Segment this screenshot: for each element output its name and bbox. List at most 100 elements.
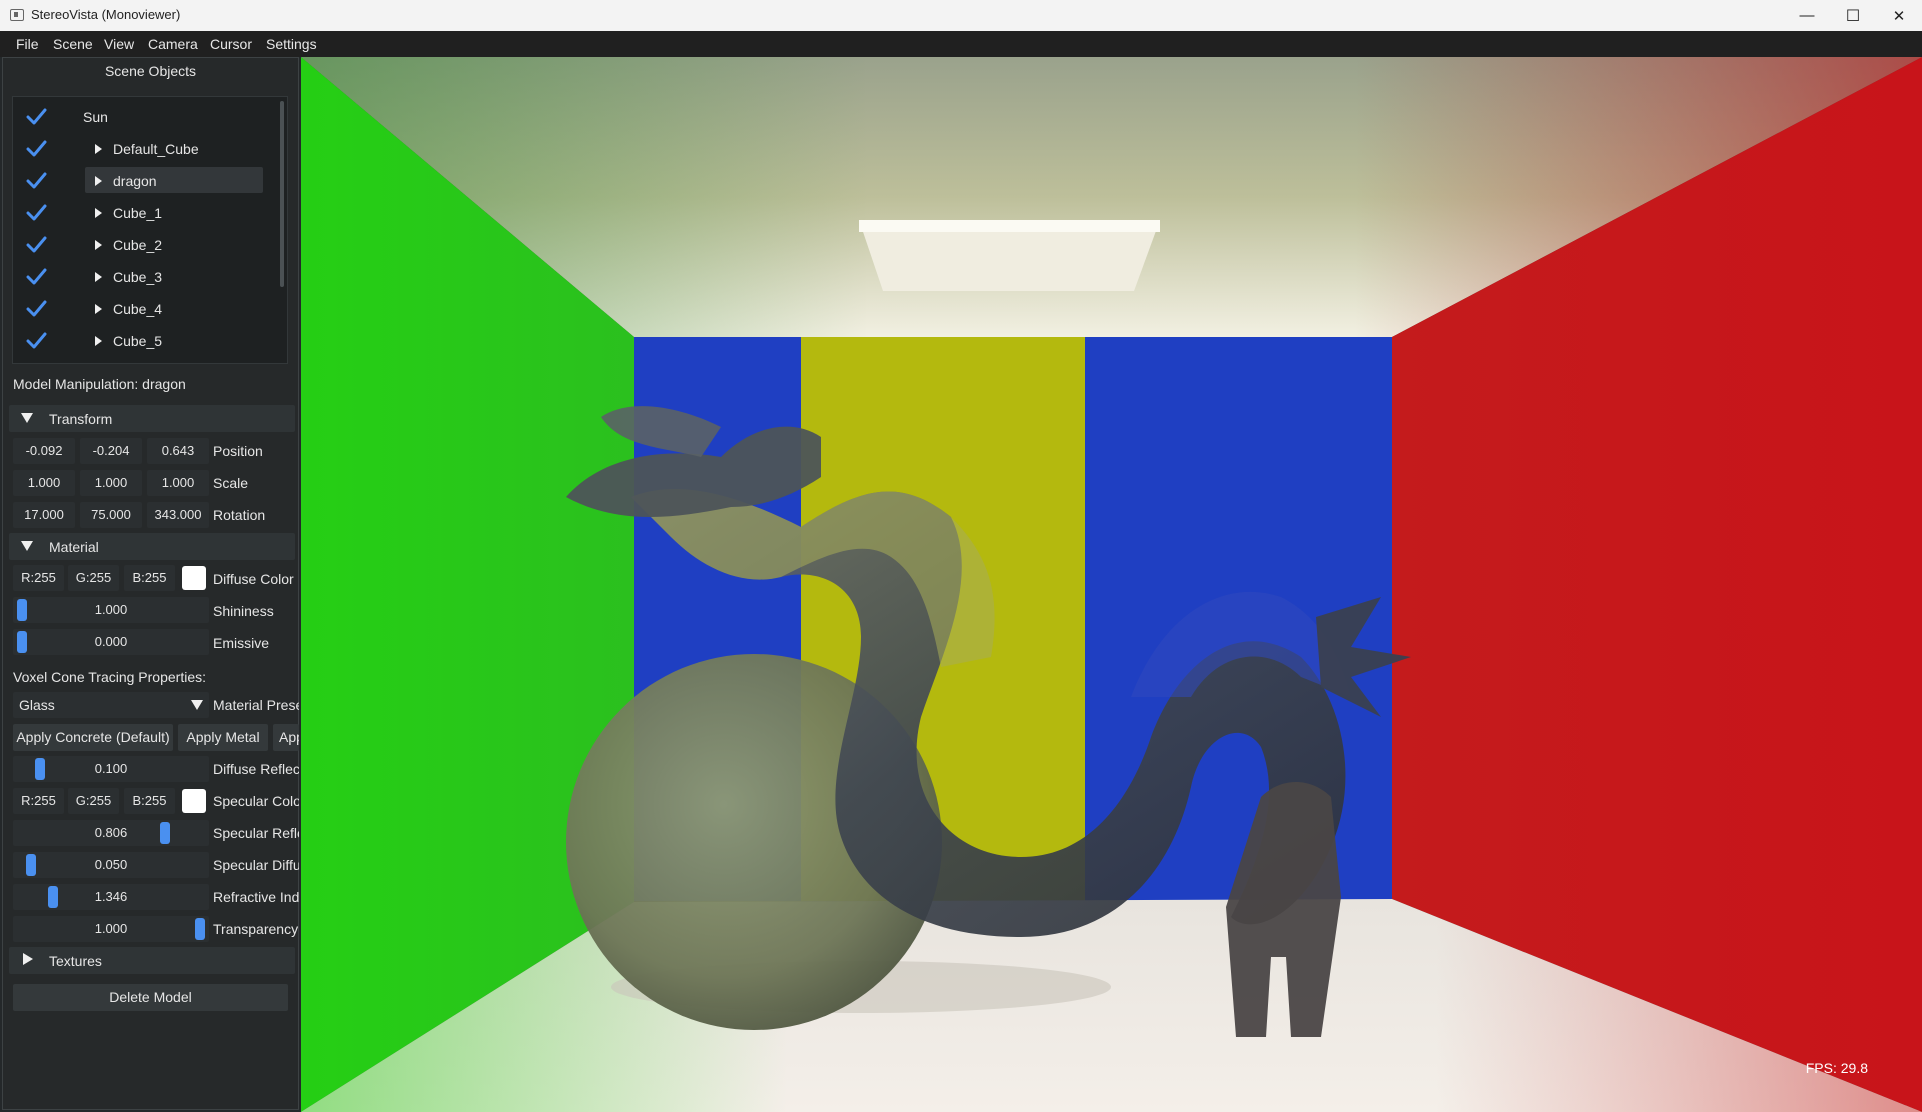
list-item-label: dragon	[113, 173, 157, 189]
menu-camera[interactable]: Camera	[148, 36, 198, 52]
shininess-label: Shininess	[213, 603, 274, 619]
diffuse-color-label: Diffuse Color	[213, 571, 294, 587]
specular-reflectivity-slider[interactable]: 0.806	[13, 820, 209, 846]
list-item[interactable]: Cube_5	[13, 325, 283, 357]
refractive-index-label: Refractive Inde	[213, 889, 299, 905]
list-item-label: Cube_3	[113, 269, 163, 285]
collapse-arrow-icon	[21, 413, 33, 423]
diffuse-r-input[interactable]: R:255	[13, 565, 64, 591]
specular-color-swatch[interactable]	[182, 789, 206, 813]
textures-section-header[interactable]: Textures	[9, 947, 295, 974]
specular-g-input[interactable]: G:255	[68, 788, 119, 814]
list-item-selected[interactable]: dragon	[13, 165, 283, 197]
scale-x-input[interactable]: 1.000	[13, 470, 75, 496]
list-item-label: Sun	[83, 109, 108, 125]
viewport-3d[interactable]: FPS: 29.8	[301, 57, 1922, 1112]
checkbox-checked-icon[interactable]	[25, 138, 47, 160]
list-item-label: Default_Cube	[113, 141, 199, 157]
expand-arrow-icon[interactable]	[95, 144, 102, 154]
expand-arrow-icon[interactable]	[95, 336, 102, 346]
position-label: Position	[213, 443, 263, 459]
diffuse-b-input[interactable]: B:255	[124, 565, 175, 591]
checkbox-checked-icon[interactable]	[25, 234, 47, 256]
scene-render	[301, 57, 1922, 1112]
title-bar: StereoVista (Monoviewer) — ☐ ✕	[0, 0, 1922, 31]
checkbox-checked-icon[interactable]	[25, 266, 47, 288]
apply-metal-button[interactable]: Apply Metal	[178, 724, 268, 751]
material-section-header[interactable]: Material	[9, 533, 295, 560]
menu-cursor[interactable]: Cursor	[210, 36, 252, 52]
rotation-label: Rotation	[213, 507, 266, 523]
checkbox-checked-icon[interactable]	[25, 298, 47, 320]
emissive-label: Emissive	[213, 635, 270, 651]
list-item-label: Cube_1	[113, 205, 163, 221]
position-y-input[interactable]: -0.204	[80, 438, 142, 464]
transparency-label: Transparency	[213, 921, 299, 937]
specular-b-input[interactable]: B:255	[124, 788, 175, 814]
diffuse-g-input[interactable]: G:255	[68, 565, 119, 591]
transform-section-header[interactable]: Transform	[9, 405, 295, 432]
diffuse-reflectivity-slider[interactable]: 0.100	[13, 756, 209, 782]
checkbox-checked-icon[interactable]	[25, 330, 47, 352]
rotation-y-input[interactable]: 75.000	[80, 502, 142, 528]
checkbox-checked-icon[interactable]	[25, 106, 47, 128]
minimize-button[interactable]: —	[1784, 0, 1830, 31]
list-item-label: Cube_2	[113, 237, 163, 253]
scene-objects-title: Scene Objects	[104, 63, 197, 79]
material-preset-dropdown[interactable]: Glass	[13, 692, 209, 718]
window-title: StereoVista (Monoviewer)	[31, 7, 181, 22]
position-x-input[interactable]: -0.092	[13, 438, 75, 464]
collapse-arrow-icon	[21, 541, 33, 551]
shininess-slider[interactable]: 1.000	[13, 597, 209, 623]
expand-arrow-icon[interactable]	[95, 208, 102, 218]
expand-arrow-icon[interactable]	[95, 240, 102, 250]
list-item[interactable]: Cube_3	[13, 261, 283, 293]
scale-z-input[interactable]: 1.000	[147, 470, 209, 496]
menu-settings[interactable]: Settings	[266, 36, 317, 52]
side-panel: Scene Objects Sun Default_Cube dragon Cu…	[0, 57, 301, 1112]
maximize-button[interactable]: ☐	[1830, 0, 1876, 31]
fps-counter: FPS: 29.8	[1805, 1060, 1868, 1076]
list-item[interactable]: Sun	[13, 101, 283, 133]
app-icon	[10, 9, 24, 21]
expand-arrow-icon	[23, 953, 33, 965]
list-item[interactable]: Cube_1	[13, 197, 283, 229]
expand-arrow-icon[interactable]	[95, 272, 102, 282]
model-manipulation-heading: Model Manipulation: dragon	[13, 376, 186, 392]
rotation-z-input[interactable]: 343.000	[147, 502, 209, 528]
expand-arrow-icon[interactable]	[95, 304, 102, 314]
scene-object-list: Sun Default_Cube dragon Cube_1 Cube_2 Cu…	[12, 96, 288, 364]
chevron-down-icon	[191, 700, 203, 710]
checkbox-checked-icon[interactable]	[25, 170, 47, 192]
position-z-input[interactable]: 0.643	[147, 438, 209, 464]
list-item[interactable]: Cube_4	[13, 293, 283, 325]
list-item[interactable]: Cube_2	[13, 229, 283, 261]
checkbox-checked-icon[interactable]	[25, 202, 47, 224]
menu-file[interactable]: File	[16, 36, 39, 52]
expand-arrow-icon[interactable]	[95, 176, 102, 186]
apply-preset-button[interactable]: App	[273, 724, 299, 751]
rotation-x-input[interactable]: 17.000	[13, 502, 75, 528]
specular-diffusion-label: Specular Diffus	[213, 857, 299, 873]
vct-heading: Voxel Cone Tracing Properties:	[13, 669, 206, 685]
material-preset-label: Material Prese	[213, 697, 299, 713]
close-button[interactable]: ✕	[1876, 0, 1922, 31]
transparency-slider[interactable]: 1.000	[13, 916, 209, 942]
scale-label: Scale	[213, 475, 249, 491]
delete-model-button[interactable]: Delete Model	[13, 984, 288, 1011]
apply-concrete-button[interactable]: Apply Concrete (Default)	[13, 724, 173, 751]
specular-r-input[interactable]: R:255	[13, 788, 64, 814]
menu-scene[interactable]: Scene	[53, 36, 93, 52]
diffuse-reflectivity-label: Diffuse Reflect	[213, 761, 299, 777]
refractive-index-slider[interactable]: 1.346	[13, 884, 209, 910]
list-item[interactable]: Default_Cube	[13, 133, 283, 165]
specular-color-label: Specular Color	[213, 793, 299, 809]
emissive-slider[interactable]: 0.000	[13, 629, 209, 655]
menu-bar: File Scene View Camera Cursor Settings	[0, 31, 1922, 57]
scale-y-input[interactable]: 1.000	[80, 470, 142, 496]
list-item-label: Cube_4	[113, 301, 163, 317]
diffuse-color-swatch[interactable]	[182, 566, 206, 590]
menu-view[interactable]: View	[104, 36, 134, 52]
list-item-label: Cube_5	[113, 333, 163, 349]
specular-diffusion-slider[interactable]: 0.050	[13, 852, 209, 878]
